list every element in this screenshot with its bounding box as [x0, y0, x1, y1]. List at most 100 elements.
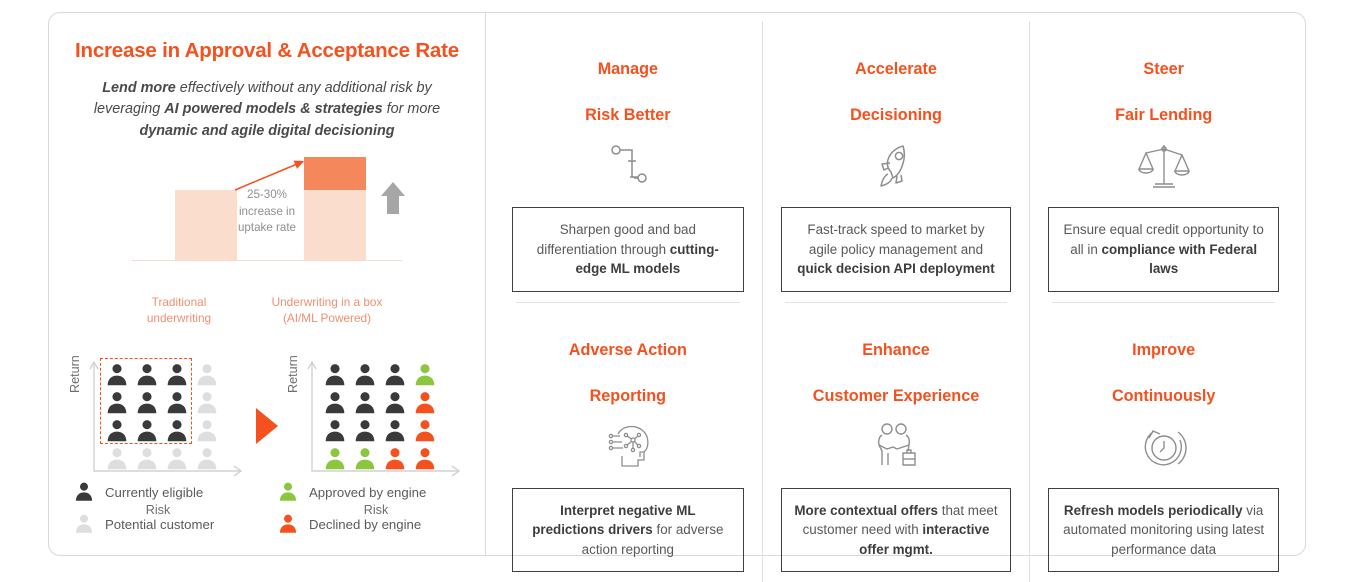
handshake-icon	[867, 414, 925, 478]
scatter-right-people-grid	[320, 361, 440, 473]
person-cell	[320, 445, 350, 473]
left-panel: Increase in Approval & Acceptance Rate L…	[49, 13, 486, 555]
person-icon	[75, 514, 93, 533]
annotation-line-1: 25-30%	[247, 188, 287, 202]
card-body: Fast-track speed to market by agile poli…	[780, 207, 1012, 292]
card-accelerate-decisioning: Accelerate Decisioning Fast-track speed …	[761, 21, 1030, 302]
person-cell	[380, 417, 410, 445]
card-title-line2: Fair Lending	[1115, 106, 1213, 124]
card-body: Sharpen good and bad differentiation thr…	[512, 207, 744, 292]
scatter-legend: Currently eligible Approved by engine Po…	[67, 481, 467, 535]
card-body: Interpret negative ML predictions driver…	[512, 487, 744, 573]
benefits-grid: Manage Risk Better Sharpen good and bad …	[486, 13, 1305, 582]
card-body: Refresh models periodically via automate…	[1048, 487, 1279, 573]
card-title: Manage Risk Better	[585, 35, 670, 127]
card-enhance-customer-experience: Enhance Customer Experience More context…	[761, 301, 1030, 582]
person-cell	[320, 389, 350, 417]
decision-tree-icon	[600, 133, 656, 197]
person-cell	[192, 417, 222, 445]
bar-label-uwib: Underwriting in a box (AI/ML Powered)	[232, 295, 422, 327]
bar-label-traditional: Traditional underwriting	[114, 295, 244, 327]
scatter-comparison: Return Risk Return Risk	[67, 351, 467, 517]
person-cell	[350, 389, 380, 417]
card-title-line2: Customer Experience	[812, 386, 980, 405]
person-cell	[350, 361, 380, 389]
refresh-clock-icon	[1136, 414, 1192, 478]
card-title-line1: Steer	[1143, 60, 1184, 78]
person-cell	[350, 417, 380, 445]
card-adverse-action-reporting: Adverse Action Reporting Interpret negat…	[494, 301, 762, 582]
slide-container: Increase in Approval & Acceptance Rate L…	[48, 12, 1306, 582]
page-title: Increase in Approval & Acceptance Rate	[75, 39, 459, 62]
person-cell	[132, 445, 162, 473]
legend-item-potential-customer: Potential customer	[67, 513, 263, 535]
person-cell	[380, 361, 410, 389]
legend-item-currently-eligible: Currently eligible	[67, 481, 263, 503]
card-title-line1: Improve	[1132, 340, 1196, 359]
ai-brain-icon	[598, 414, 658, 478]
person-icon	[279, 482, 297, 501]
transition-arrow-icon	[244, 351, 290, 501]
scatter-ai-powered: Return Risk	[286, 353, 462, 517]
annotation-line-3: uptake rate	[237, 221, 296, 235]
person-cell	[162, 445, 192, 473]
legend-label: Declined by engine	[309, 516, 422, 532]
person-icon	[279, 514, 297, 533]
card-title-line2: Risk Better	[585, 106, 671, 124]
bar-category-labels: Traditional underwriting Underwriting in…	[122, 295, 412, 329]
eligible-highlight-box	[100, 358, 192, 445]
person-cell	[410, 361, 440, 389]
card-title-line2: Continuously	[1111, 386, 1216, 405]
annotation-line-2: increase in	[238, 204, 296, 218]
scales-icon	[1135, 133, 1193, 197]
person-cell	[380, 389, 410, 417]
card-body: Ensure equal credit opportunity to all i…	[1048, 207, 1279, 292]
card-title: Accelerate Decisioning	[850, 35, 942, 127]
person-cell	[192, 361, 222, 389]
bar-label-uwib-l1: Underwriting in a box	[271, 295, 383, 310]
legend-label: Currently eligible	[105, 484, 204, 500]
person-cell	[192, 389, 222, 417]
card-title-line1: Manage	[597, 60, 658, 78]
scatter-traditional: Return Risk	[68, 353, 244, 517]
bar-label-traditional-l1: Traditional	[151, 295, 207, 310]
card-title-line2: Decisioning	[850, 106, 942, 124]
person-cell	[102, 445, 132, 473]
legend-label: Approved by engine	[309, 484, 427, 500]
person-icon	[75, 482, 93, 501]
person-cell	[192, 445, 222, 473]
legend-label: Potential customer	[105, 516, 215, 532]
card-title: Improve Continuously	[1112, 316, 1215, 408]
card-manage-risk-better: Manage Risk Better Sharpen good and bad …	[494, 21, 762, 302]
bar-baseline	[132, 260, 402, 262]
card-title-line1: Adverse Action	[568, 340, 687, 359]
legend-item-approved-by-engine: Approved by engine	[271, 481, 467, 503]
card-title-line1: Enhance	[862, 340, 930, 359]
rocket-icon	[867, 133, 925, 197]
scatter-left-y-label: Return	[68, 355, 82, 394]
person-cell	[410, 389, 440, 417]
up-arrow-icon	[381, 182, 405, 215]
person-cell	[380, 445, 410, 473]
card-title: Steer Fair Lending	[1115, 35, 1212, 127]
person-cell	[410, 445, 440, 473]
person-cell	[350, 445, 380, 473]
card-title: Enhance Customer Experience	[813, 316, 979, 408]
scatter-right-y-label: Return	[286, 355, 300, 394]
uptake-bar-chart: 25-30% increase in uptake rate	[132, 157, 405, 289]
person-cell	[320, 361, 350, 389]
card-title-line1: Accelerate	[855, 60, 937, 78]
card-title-line2: Reporting	[589, 386, 667, 405]
legend-item-declined-by-engine: Declined by engine	[271, 513, 467, 535]
panel-subtitle: Lend more effectively without any additi…	[93, 79, 441, 140]
card-title: Adverse Action Reporting	[569, 316, 687, 408]
card-body: More contextual offers that meet custome…	[780, 487, 1012, 573]
bar-label-uwib-l2: (AI/ML Powered)	[282, 311, 372, 326]
bar-uwib-base	[304, 190, 366, 261]
person-cell	[410, 417, 440, 445]
bar-uwib-increment	[304, 157, 366, 191]
bar-underwriting-in-a-box	[304, 157, 366, 261]
card-steer-fair-lending: Steer Fair Lending Ensure equal credit o…	[1029, 21, 1297, 302]
card-improve-continuously: Improve Continuously Refresh models peri…	[1029, 301, 1297, 582]
uptake-annotation: 25-30% increase in uptake rate	[228, 187, 306, 236]
